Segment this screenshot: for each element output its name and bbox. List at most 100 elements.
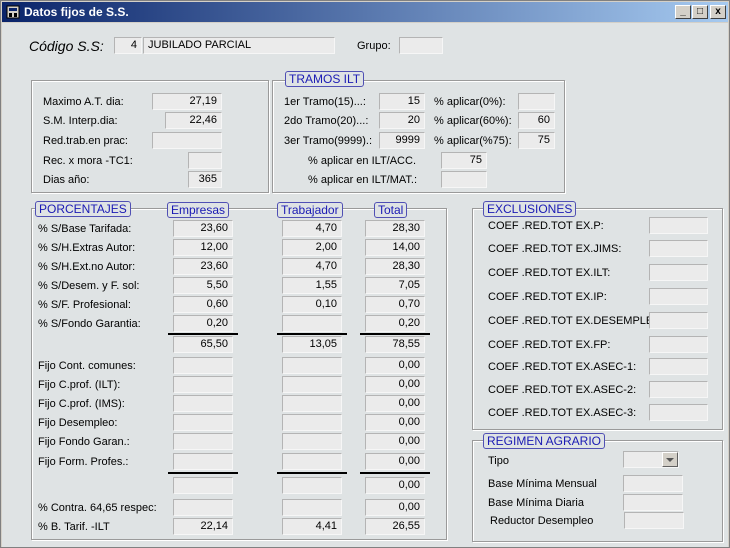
- coef-field[interactable]: [649, 404, 708, 421]
- rec-mora-field[interactable]: [188, 152, 222, 169]
- trabajador-field[interactable]: 1,55: [282, 277, 342, 294]
- coef-field[interactable]: [649, 288, 708, 305]
- coef-label: COEF .RED.TOT EX.ASEC-1:: [488, 361, 637, 373]
- tramo2-field[interactable]: 20: [379, 112, 425, 129]
- base-minima-diaria-field[interactable]: [623, 494, 683, 511]
- btarif-label: % B. Tarif. -ILT: [38, 521, 110, 533]
- total-field[interactable]: 0,20: [365, 315, 425, 332]
- reductor-desempleo-field[interactable]: [624, 512, 684, 529]
- coef-field[interactable]: [649, 264, 708, 281]
- row-label: Fijo C.prof. (ILT):: [38, 379, 121, 391]
- sm-interp-field[interactable]: 22,46: [165, 112, 222, 129]
- btarif-total-field[interactable]: 26,55: [365, 518, 425, 535]
- sum-divider: [168, 472, 238, 474]
- codigo-description-field[interactable]: JUBILADO PARCIAL: [143, 37, 335, 54]
- empresas-field[interactable]: 12,00: [173, 239, 233, 256]
- total-fijo-total-field[interactable]: 0,00: [365, 477, 425, 494]
- red-trab-field[interactable]: [152, 132, 222, 149]
- total-field[interactable]: 0,00: [365, 414, 425, 431]
- trabajador-field[interactable]: 4,70: [282, 220, 342, 237]
- aplicar60-field[interactable]: 60: [518, 112, 555, 129]
- total-field[interactable]: 0,00: [365, 376, 425, 393]
- total-field[interactable]: 7,05: [365, 277, 425, 294]
- aplicar75-field[interactable]: 75: [518, 132, 555, 149]
- coef-label: COEF .RED.TOT EX.JIMS:: [488, 243, 622, 255]
- app-icon: [6, 5, 20, 19]
- sum-divider: [360, 333, 430, 335]
- total-field[interactable]: 0,00: [365, 453, 425, 470]
- coef-field[interactable]: [649, 217, 708, 234]
- codigo-number-field[interactable]: 4: [114, 37, 142, 54]
- trabajador-field[interactable]: 4,70: [282, 258, 342, 275]
- trabajador-field[interactable]: 0,10: [282, 296, 342, 313]
- btarif-trabajador-field[interactable]: 4,41: [282, 518, 342, 535]
- coef-field[interactable]: [649, 336, 708, 353]
- tramo3-field[interactable]: 9999: [379, 132, 425, 149]
- empresas-field[interactable]: [173, 433, 233, 450]
- contra-trabajador-field[interactable]: [282, 499, 342, 516]
- trabajador-field[interactable]: [282, 414, 342, 431]
- empresas-field[interactable]: 23,60: [173, 258, 233, 275]
- trabajador-subtotal-field[interactable]: 13,05: [282, 336, 342, 353]
- empresas-field[interactable]: 0,60: [173, 296, 233, 313]
- empresas-field[interactable]: [173, 395, 233, 412]
- trabajador-field[interactable]: [282, 315, 342, 332]
- dias-ano-field[interactable]: 365: [188, 171, 222, 188]
- minimize-button[interactable]: _: [675, 5, 691, 19]
- sm-interp-label: S.M. Interp.dia:: [43, 115, 118, 127]
- trabajador-fijo-total-field[interactable]: [282, 477, 342, 494]
- row-label: Fijo Fondo Garan.:: [38, 436, 130, 448]
- coef-label: COEF .RED.TOT EX.IP:: [488, 291, 607, 303]
- empresas-fijo-total-field[interactable]: [173, 477, 233, 494]
- coef-label: COEF .RED.TOT EX.ASEC-2:: [488, 384, 637, 396]
- trabajador-field[interactable]: [282, 433, 342, 450]
- contra-empresas-field[interactable]: [173, 499, 233, 516]
- ilt-acc-field[interactable]: 75: [441, 152, 487, 169]
- chevron-down-icon[interactable]: [662, 452, 678, 467]
- total-field[interactable]: 0,00: [365, 395, 425, 412]
- coef-field[interactable]: [649, 240, 708, 257]
- title-bar[interactable]: Datos fijos de S.S. _ □ x: [2, 2, 728, 22]
- row-label: Fijo C.prof. (IMS):: [38, 398, 125, 410]
- trabajador-field[interactable]: [282, 453, 342, 470]
- trabajador-field[interactable]: [282, 357, 342, 374]
- tipo-label: Tipo: [488, 455, 509, 467]
- ilt-mat-field[interactable]: [441, 171, 487, 188]
- empresas-field[interactable]: 5,50: [173, 277, 233, 294]
- maximize-button[interactable]: □: [692, 5, 708, 19]
- coef-field[interactable]: [649, 312, 708, 329]
- total-field[interactable]: 0,00: [365, 433, 425, 450]
- total-field[interactable]: 0,00: [365, 357, 425, 374]
- maximo-at-field[interactable]: 27,19: [152, 93, 222, 110]
- coef-field[interactable]: [649, 381, 708, 398]
- total-subtotal-field[interactable]: 78,55: [365, 336, 425, 353]
- contra-total-field[interactable]: 0,00: [365, 499, 425, 516]
- total-field[interactable]: 14,00: [365, 239, 425, 256]
- ilt-mat-label: % aplicar en ILT/MAT.:: [308, 174, 418, 186]
- coef-label: COEF .RED.TOT EX.DESEMPLEO:: [488, 315, 665, 327]
- empresas-field[interactable]: 23,60: [173, 220, 233, 237]
- empresas-field[interactable]: [173, 376, 233, 393]
- empresas-field[interactable]: 0,20: [173, 315, 233, 332]
- trabajador-field[interactable]: [282, 376, 342, 393]
- aplicar0-field[interactable]: [518, 93, 555, 110]
- empresas-field[interactable]: [173, 414, 233, 431]
- total-field[interactable]: 0,70: [365, 296, 425, 313]
- btarif-empresas-field[interactable]: 22,14: [173, 518, 233, 535]
- row-label: % S/H.Extras Autor:: [38, 242, 136, 254]
- tramo1-label: 1er Tramo(15)...:: [284, 96, 366, 108]
- empresas-field[interactable]: [173, 357, 233, 374]
- trabajador-field[interactable]: [282, 395, 342, 412]
- coef-field[interactable]: [649, 358, 708, 375]
- total-field[interactable]: 28,30: [365, 220, 425, 237]
- grupo-field[interactable]: [399, 37, 443, 54]
- tramo1-field[interactable]: 15: [379, 93, 425, 110]
- base-minima-mensual-field[interactable]: [623, 475, 683, 492]
- empresas-field[interactable]: [173, 453, 233, 470]
- close-button[interactable]: x: [710, 5, 726, 19]
- trabajador-field[interactable]: 2,00: [282, 239, 342, 256]
- window: Datos fijos de S.S. _ □ x Código S.S: 4 …: [0, 0, 730, 548]
- sum-divider: [277, 333, 347, 335]
- total-field[interactable]: 28,30: [365, 258, 425, 275]
- empresas-subtotal-field[interactable]: 65,50: [173, 336, 233, 353]
